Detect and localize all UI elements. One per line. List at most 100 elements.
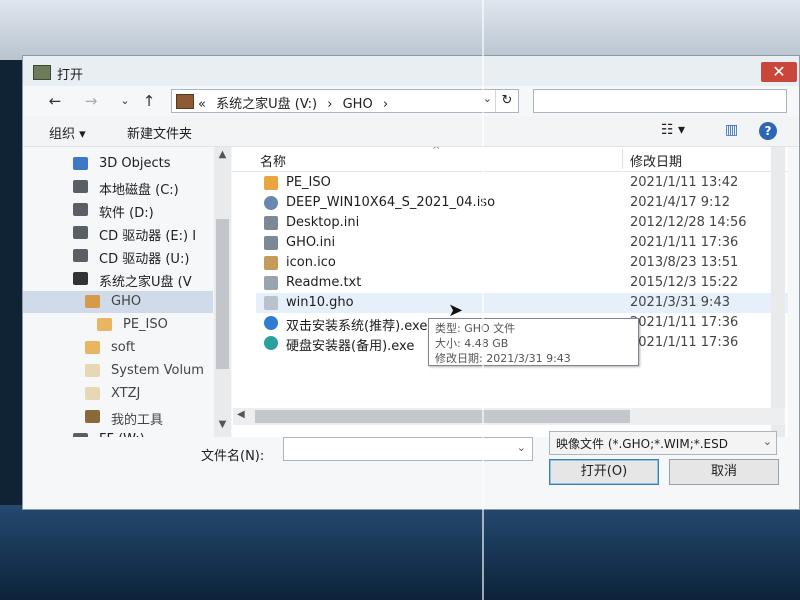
tools-folder-icon — [85, 410, 100, 423]
sidebar-item-label: System Volum — [111, 363, 204, 378]
filename-input[interactable]: ⌄ — [283, 437, 533, 461]
preview-pane-icon[interactable]: ▥ — [725, 122, 738, 138]
background-bottom — [0, 505, 800, 600]
drive-icon — [73, 180, 88, 193]
scroll-down-icon[interactable]: ▼ — [214, 419, 231, 430]
sidebar-item[interactable]: 我的工具 — [23, 406, 213, 428]
drive-icon — [73, 433, 88, 437]
sidebar-item[interactable]: soft — [23, 337, 213, 359]
open-button[interactable]: 打开(O) — [549, 459, 659, 485]
settings-file-icon — [264, 216, 278, 230]
sidebar-item[interactable]: GHO — [23, 291, 213, 313]
horizontal-scrollbar[interactable]: ◀ — [233, 408, 785, 425]
sidebar-item[interactable]: CD 驱动器 (E:) I — [23, 222, 213, 244]
file-type-dropdown-icon[interactable]: ⌄ — [763, 435, 772, 448]
file-row[interactable]: GHO.ini 2021/1/11 17:36 — [256, 233, 788, 253]
file-name: 硬盘安装器(备用).exe — [286, 339, 415, 354]
folder-icon — [85, 295, 100, 308]
navigation-bar: ← → ⌄ ↑ « 系统之家U盘 (V:) › GHO › ⌄ ↻ — [23, 86, 799, 116]
tooltip-date: 修改日期: 2021/3/31 9:43 — [435, 352, 571, 365]
file-date: 2012/12/28 14:56 — [630, 215, 747, 230]
file-date: 2021/1/11 13:42 — [630, 175, 739, 190]
dialog-title: 打开 — [57, 68, 84, 83]
up-arrow-icon[interactable]: ↑ — [139, 91, 159, 111]
breadcrumb-overflow[interactable]: « — [198, 97, 206, 112]
blank-file-icon — [264, 296, 278, 310]
sidebar-item-label: 本地磁盘 (C:) — [99, 183, 179, 198]
sidebar-item-label: GHO — [111, 294, 142, 309]
breadcrumb: « 系统之家U盘 (V:) › GHO › — [198, 93, 394, 112]
address-dropdown-icon[interactable]: ⌄ — [483, 92, 492, 105]
navigation-scrollbar[interactable]: ▲ ▼ — [214, 147, 231, 437]
file-tooltip: 类型: GHO 文件 大小: 4.48 GB 修改日期: 2021/3/31 9… — [428, 318, 639, 366]
refresh-icon[interactable]: ↻ — [495, 90, 518, 112]
file-date: 2021/3/31 9:43 — [630, 295, 730, 310]
sidebar-item-label: 系统之家U盘 (V — [99, 275, 192, 290]
file-name: Readme.txt — [286, 275, 362, 290]
file-row[interactable]: DEEP_WIN10X64_S_2021_04.iso 2021/4/17 9:1… — [256, 193, 788, 213]
breadcrumb-separator[interactable]: › — [383, 97, 388, 112]
file-row[interactable]: PE_ISO 2021/1/11 13:42 — [256, 173, 788, 193]
tooltip-size: 大小: 4.48 GB — [435, 337, 509, 350]
sidebar-item[interactable]: XTZJ — [23, 383, 213, 405]
file-name: GHO.ini — [286, 235, 336, 250]
sidebar-item-label: 3D Objects — [99, 156, 171, 171]
file-list-scrollbar[interactable] — [771, 147, 785, 437]
sidebar-item[interactable]: 本地磁盘 (C:) — [23, 176, 213, 198]
help-icon[interactable]: ? — [759, 122, 777, 140]
background-top — [0, 0, 800, 60]
dialog-icon — [33, 65, 51, 80]
file-name: win10.gho — [286, 295, 354, 310]
breadcrumb-separator[interactable]: › — [327, 97, 332, 112]
column-header-name[interactable]: 名称 — [260, 151, 286, 170]
scroll-up-icon[interactable]: ▲ — [214, 149, 231, 160]
sidebar-item[interactable]: PE_ISO — [23, 314, 213, 336]
view-options-icon[interactable]: ☷ ▾ — [661, 122, 685, 138]
folder-icon — [85, 387, 100, 400]
forward-arrow-icon[interactable]: → — [81, 91, 101, 111]
sidebar-item[interactable]: 软件 (D:) — [23, 199, 213, 221]
sidebar-item[interactable]: System Volum — [23, 360, 213, 382]
sidebar-item[interactable]: FF (W:) — [23, 429, 213, 437]
file-row[interactable]: win10.gho 2021/3/31 9:43 — [256, 293, 788, 313]
cancel-button[interactable]: 取消 — [669, 459, 779, 485]
sidebar-item[interactable]: 3D Objects — [23, 153, 213, 175]
cd-drive-icon — [73, 226, 88, 239]
recent-locations-icon[interactable]: ⌄ — [115, 91, 135, 111]
column-separator[interactable] — [622, 149, 623, 169]
file-row[interactable]: Desktop.ini 2012/12/28 14:56 — [256, 213, 788, 233]
navigation-pane: 3D Objects 本地磁盘 (C:) 软件 (D:) CD 驱动器 (E:) I C… — [23, 147, 231, 437]
scroll-left-icon[interactable]: ◀ — [237, 409, 245, 420]
sidebar-item[interactable]: CD 驱动器 (U:) — [23, 245, 213, 267]
navigation-scroll-thumb[interactable] — [216, 219, 229, 369]
sidebar-item-label: CD 驱动器 (U:) — [99, 252, 190, 267]
sidebar-item[interactable]: 系统之家U盘 (V — [23, 268, 213, 290]
cube-icon — [73, 157, 88, 170]
drive-icon — [73, 203, 88, 216]
file-type-value: 映像文件 (*.GHO;*.WIM;*.ESD — [556, 437, 728, 451]
file-type-filter[interactable]: 映像文件 (*.GHO;*.WIM;*.ESD ⌄ — [549, 431, 777, 455]
command-toolbar: 组织 ▾ 新建文件夹 ☷ ▾ ▥ ? — [23, 116, 799, 147]
close-button[interactable]: ✕ — [761, 62, 797, 82]
tooltip-type: 类型: GHO 文件 — [435, 322, 516, 335]
sidebar-item-label: XTZJ — [111, 386, 141, 401]
file-name: Desktop.ini — [286, 215, 360, 230]
file-name: 双击安装系统(推荐).exe — [286, 319, 428, 334]
new-folder-button[interactable]: 新建文件夹 — [127, 123, 192, 142]
filename-dropdown-icon[interactable]: ⌄ — [517, 441, 526, 454]
file-date: 2021/1/11 17:36 — [630, 235, 739, 250]
breadcrumb-folder[interactable]: GHO — [343, 97, 373, 112]
mouse-cursor-icon: ➤ — [448, 300, 464, 321]
breadcrumb-drive[interactable]: 系统之家U盘 (V:) — [216, 97, 317, 112]
organize-menu[interactable]: 组织 ▾ — [49, 123, 86, 142]
sidebar-item-label: 软件 (D:) — [99, 206, 154, 221]
back-arrow-icon[interactable]: ← — [45, 91, 65, 111]
column-header-date[interactable]: 修改日期 — [630, 151, 682, 170]
file-row[interactable]: Readme.txt 2015/12/3 15:22 — [256, 273, 788, 293]
sidebar-item-label: FF (W:) — [99, 432, 145, 437]
column-header-row: ^ 名称 修改日期 — [232, 147, 788, 172]
address-bar[interactable]: « 系统之家U盘 (V:) › GHO › ⌄ ↻ — [171, 89, 519, 113]
horizontal-scroll-thumb[interactable] — [255, 410, 630, 423]
file-row[interactable]: icon.ico 2013/8/23 13:51 — [256, 253, 788, 273]
search-input[interactable] — [533, 89, 787, 113]
